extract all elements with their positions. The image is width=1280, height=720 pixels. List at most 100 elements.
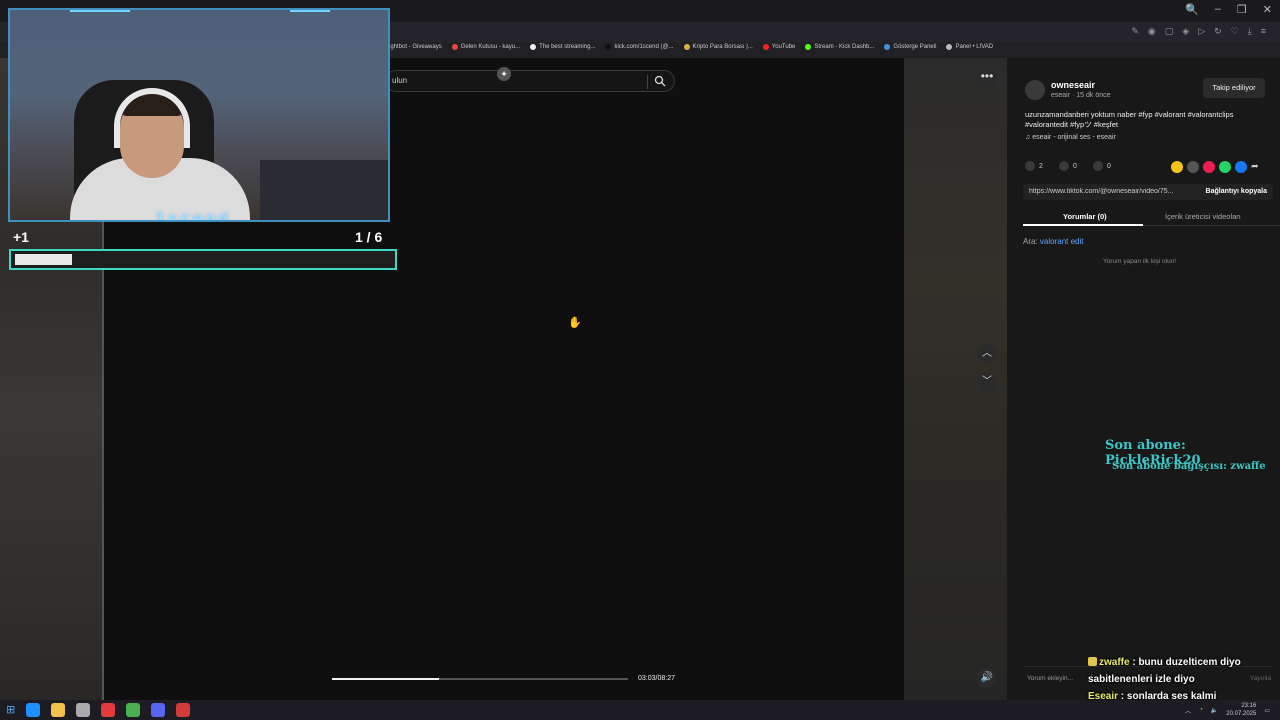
- bookmark-item[interactable]: Gösterge Paneli: [884, 44, 936, 50]
- search-input[interactable]: ulun: [392, 76, 407, 85]
- share-icon[interactable]: [1219, 161, 1231, 173]
- search-hint[interactable]: Ara: valorant edit: [1023, 237, 1084, 246]
- taskbar-app-icon[interactable]: [26, 703, 41, 717]
- minimize-button[interactable]: –: [1215, 3, 1221, 16]
- post-caption: uzunzamandanberi yoktum naber #fyp #valo…: [1025, 110, 1234, 129]
- refresh-icon[interactable]: ↻: [1214, 26, 1222, 37]
- comment-count: 0: [1073, 162, 1077, 170]
- bookmark-icon[interactable]: [1093, 161, 1103, 171]
- close-button[interactable]: ✕: [1263, 3, 1272, 16]
- post-sidebar: owneseair eseair · 15 dk önce Takip edil…: [1007, 58, 1280, 700]
- author-row: owneseair eseair · 15 dk önce Takip edil…: [1025, 78, 1275, 106]
- taskbar-app-icon[interactable]: [176, 703, 191, 717]
- network-icon[interactable]: ◔: [1199, 707, 1203, 713]
- bookmark-item[interactable]: kick.com/1scend (@...: [605, 44, 674, 50]
- search-hint-query[interactable]: valorant edit: [1040, 237, 1084, 246]
- last-gifter: Son abone bağışçısı: zwaffe: [1112, 461, 1266, 472]
- share-icon[interactable]: [1187, 161, 1199, 173]
- stats-row: 2 0 0 ➦: [1025, 161, 1275, 175]
- bookmark-item[interactable]: The best streaming...: [530, 44, 595, 50]
- author-subtitle: eseair · 15 dk önce: [1051, 92, 1111, 99]
- bookmark-item[interactable]: Kripto Para Borsası |...: [683, 44, 753, 50]
- frame-accent: [70, 220, 110, 222]
- bookmark-item[interactable]: YouTube: [762, 44, 795, 50]
- comment-stat[interactable]: 0: [1059, 161, 1077, 171]
- search-hint-prefix: Ara:: [1023, 237, 1040, 246]
- channel-name: 1scend: [155, 209, 231, 222]
- edit-icon[interactable]: ✎: [1131, 26, 1139, 37]
- search-bar[interactable]: ulun: [385, 70, 675, 92]
- bookmark-favicon-icon: [946, 44, 953, 50]
- volume-icon[interactable]: 🔊: [977, 668, 997, 688]
- empty-comments-text: Yorum yapan ilk kişi olun!: [1103, 258, 1177, 265]
- search-divider: [647, 75, 648, 89]
- taskbar-app-icon[interactable]: [76, 703, 91, 717]
- cube-icon[interactable]: ▢: [1165, 26, 1174, 37]
- bookmark-label: The best streaming...: [539, 44, 596, 50]
- bookmark-label: Stream - Kick Dashb...: [814, 44, 875, 50]
- video-progress-bar[interactable]: [332, 678, 628, 680]
- volume-icon[interactable]: 🔈: [1211, 707, 1218, 714]
- clock-date: 20.07.2025: [1226, 711, 1257, 717]
- more-options-button[interactable]: •••: [976, 70, 998, 88]
- sparkle-icon[interactable]: ✦: [497, 67, 511, 81]
- search-icon[interactable]: 🔍: [1185, 3, 1199, 16]
- chevron-up-icon[interactable]: ︿: [977, 344, 997, 364]
- taskbar-apps: ⊞: [6, 703, 191, 717]
- maximize-button[interactable]: ❐: [1237, 3, 1247, 16]
- tab-creator-videos[interactable]: İçerik üreticisi videoları: [1165, 212, 1241, 221]
- like-stat[interactable]: 2: [1025, 161, 1043, 171]
- clock-time: 23:16: [1241, 703, 1257, 709]
- bookmark-item[interactable]: Panel • LIVAD: [946, 44, 993, 50]
- chat-user: zwaffe: [1099, 657, 1130, 668]
- chevron-up-icon[interactable]: ︿: [1185, 706, 1191, 715]
- mouse-cursor-icon: ✋: [568, 317, 582, 329]
- taskbar-app-icon[interactable]: [151, 703, 166, 717]
- copy-link-button[interactable]: Bağlantıyı kopyala: [1206, 188, 1267, 195]
- frame-accent: [290, 10, 330, 12]
- heart-icon[interactable]: ♡: [1231, 26, 1239, 37]
- notification-icon[interactable]: ▭: [1264, 707, 1270, 714]
- share-arrow-icon[interactable]: ➦: [1251, 161, 1259, 173]
- bookmark-favicon-icon: [683, 44, 690, 50]
- share-icon[interactable]: [1203, 161, 1215, 173]
- play-icon[interactable]: ▷: [1198, 26, 1205, 37]
- share-icon[interactable]: [1171, 161, 1183, 173]
- bookmark-item[interactable]: Gelen Kutusu - kayu...: [451, 44, 521, 50]
- chat-message: : bunu duzelticem diyo: [1129, 657, 1241, 668]
- bookmark-favicon-icon: [884, 44, 891, 50]
- bookmark-favicon-icon: [605, 44, 612, 50]
- download-icon[interactable]: ⤓: [1248, 26, 1252, 37]
- bookmark-label: Gelen Kutusu - kayu...: [460, 44, 521, 50]
- heart-icon[interactable]: [1025, 161, 1035, 171]
- bookmark-favicon-icon: [451, 44, 458, 50]
- save-stat[interactable]: 0: [1093, 161, 1111, 171]
- comment-field[interactable]: Yorum ekleyin...: [1027, 675, 1073, 682]
- taskbar-app-icon[interactable]: [126, 703, 141, 717]
- windows-start-icon[interactable]: ⊞: [6, 703, 15, 717]
- taskbar-app-icon[interactable]: [101, 703, 116, 717]
- taskbar-app-icon[interactable]: [51, 703, 66, 717]
- avatar[interactable]: [1025, 80, 1045, 100]
- post-link[interactable]: https://www.tiktok.com/@owneseair/video/…: [1029, 188, 1179, 195]
- camera-icon[interactable]: ◉: [1148, 26, 1156, 37]
- clock[interactable]: 23:16 20.07.2025: [1226, 702, 1256, 718]
- sub-badge-icon: [1088, 657, 1097, 666]
- author-name[interactable]: owneseair: [1051, 80, 1095, 90]
- toolbar-icons: ✎ ◉ ▢ ◈ ▷ ↻ ♡ ⤓ ≡: [1131, 26, 1266, 37]
- comment-icon[interactable]: [1059, 161, 1069, 171]
- bookmark-item[interactable]: Stream - Kick Dashb...: [805, 44, 874, 50]
- chevron-down-icon[interactable]: ﹀: [977, 372, 997, 392]
- menu-icon[interactable]: ≡: [1261, 26, 1266, 37]
- shield-icon[interactable]: ◈: [1182, 26, 1189, 37]
- bookmark-favicon-icon: [530, 44, 537, 50]
- bookmark-favicon-icon: [805, 44, 812, 50]
- music-label[interactable]: ♫ eseair - orijinal ses - eseair: [1025, 134, 1116, 141]
- follow-button[interactable]: Takip ediliyor: [1203, 78, 1265, 98]
- bookmark-label: Gösterge Paneli: [893, 44, 937, 50]
- webcam-overlay: 1scend: [8, 8, 390, 222]
- counter-right: 1 / 6: [355, 229, 383, 245]
- share-icon[interactable]: [1235, 161, 1247, 173]
- tab-comments[interactable]: Yorumlar (0): [1063, 212, 1107, 221]
- search-icon[interactable]: [654, 75, 666, 87]
